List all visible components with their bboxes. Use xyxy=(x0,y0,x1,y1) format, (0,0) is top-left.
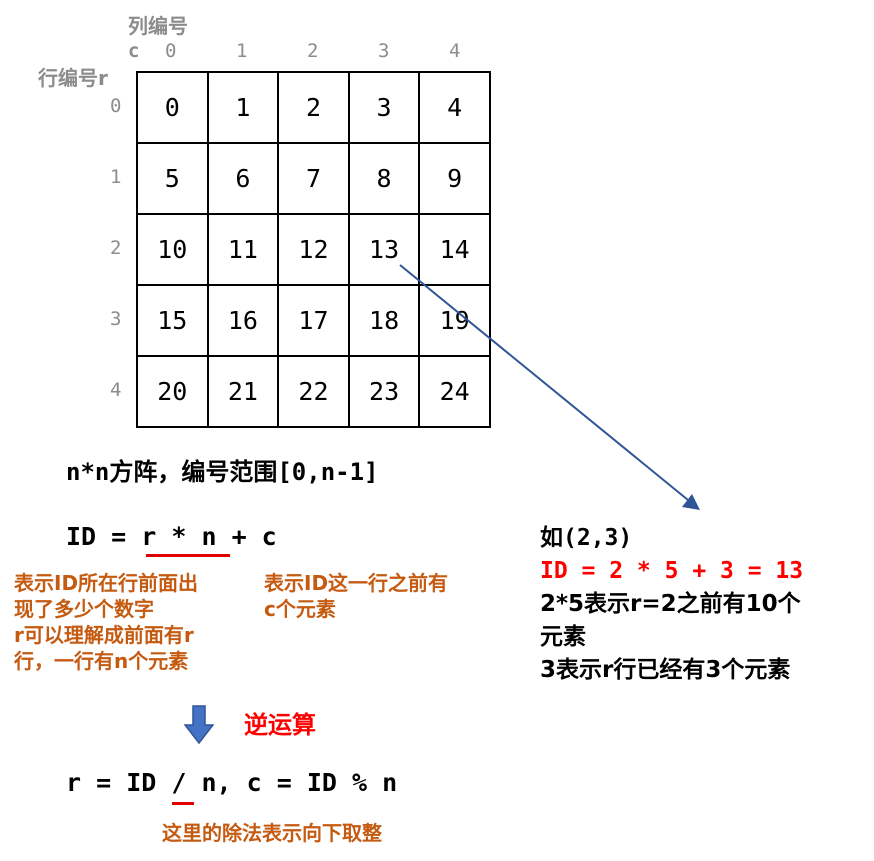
pointer-arrow-line xyxy=(399,264,689,501)
pointer-arrow xyxy=(399,264,700,510)
